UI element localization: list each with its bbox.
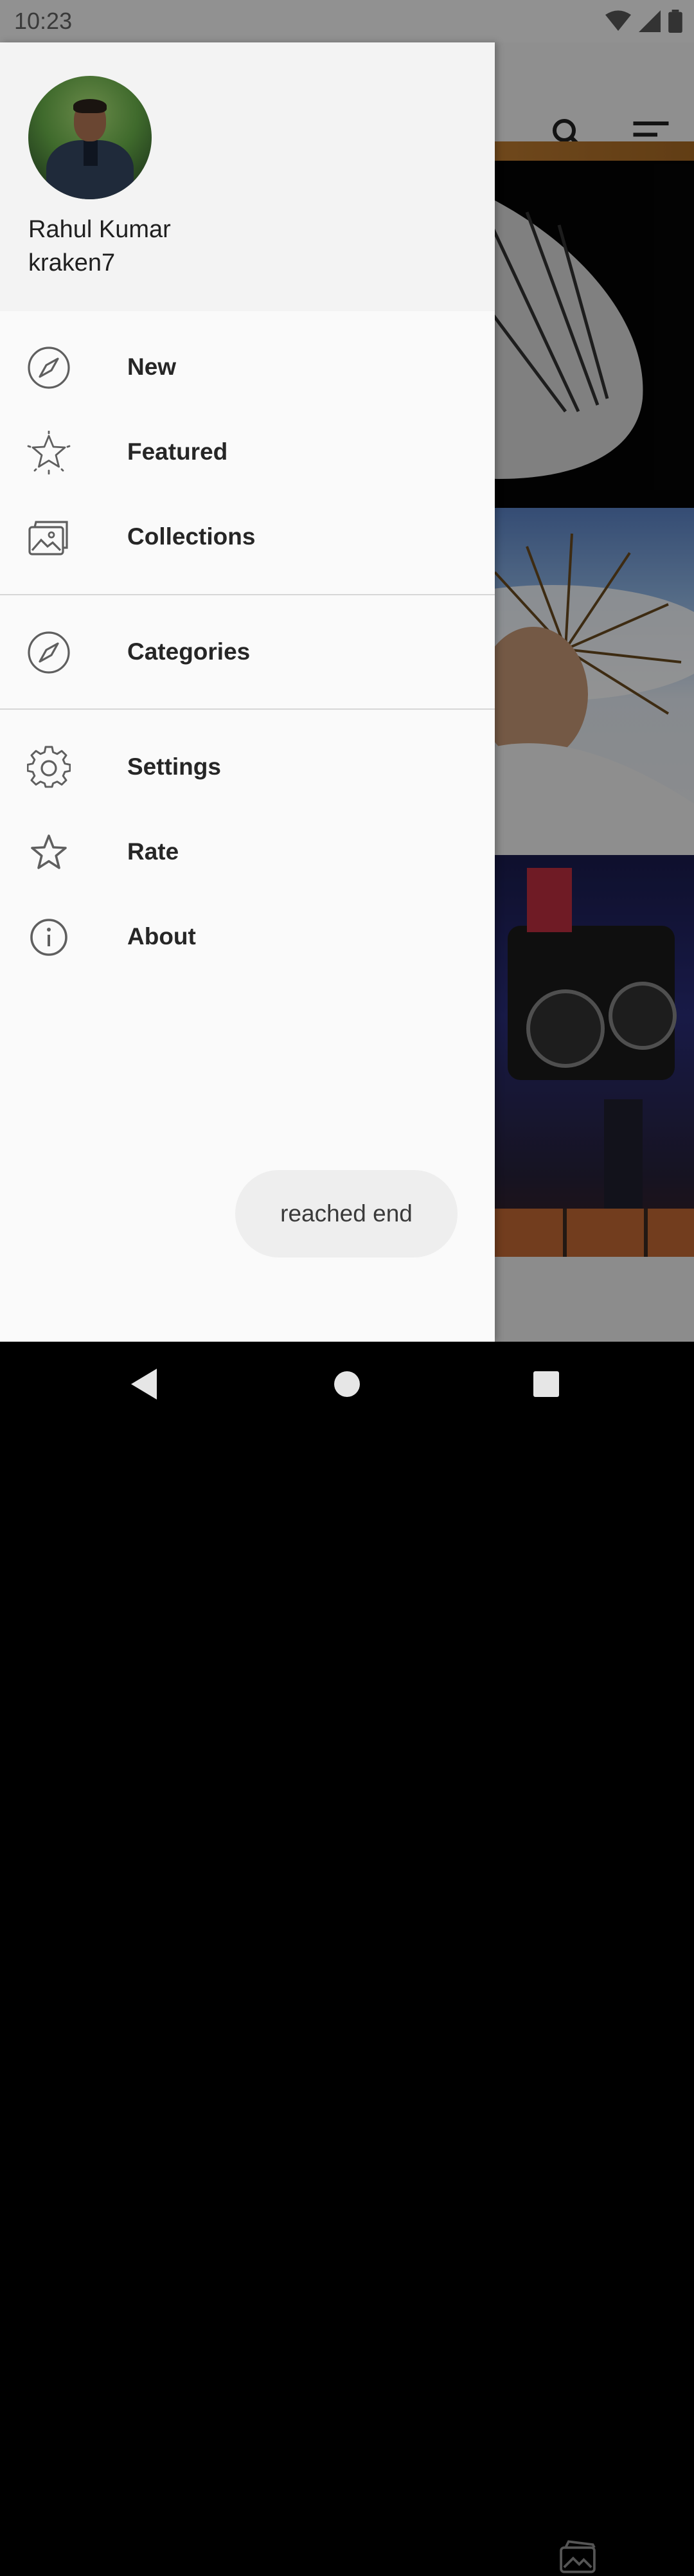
- menu-item-new[interactable]: New: [0, 325, 495, 410]
- battery-icon: [668, 10, 682, 33]
- compass-icon: [28, 631, 70, 674]
- divider: [0, 594, 495, 595]
- menu-label: Categories: [127, 638, 251, 665]
- user-name: Rahul Kumar: [28, 216, 171, 243]
- status-bar: 10:23: [0, 0, 694, 42]
- gear-icon: [27, 746, 71, 788]
- menu-item-rate[interactable]: Rate: [0, 810, 495, 895]
- menu-label: Featured: [127, 438, 228, 465]
- compass-icon: [28, 347, 70, 389]
- menu-label: Collections: [127, 523, 256, 550]
- drawer-header: Rahul Kumar kraken7: [0, 42, 495, 311]
- menu-item-collections[interactable]: Collections: [0, 495, 495, 580]
- menu-label: Settings: [127, 753, 221, 780]
- collections-icon: [28, 521, 68, 555]
- menu-item-featured[interactable]: Featured: [0, 410, 495, 495]
- star-icon: [31, 834, 67, 869]
- recents-icon[interactable]: [527, 1365, 565, 1403]
- navigation-drawer: Rahul Kumar kraken7 New Featured Collect…: [0, 42, 495, 1342]
- wifi-icon: [605, 10, 631, 31]
- home-icon[interactable]: [328, 1365, 366, 1403]
- toast-message: reached end: [235, 1170, 458, 1257]
- status-time: 10:23: [14, 8, 73, 34]
- signal-icon: [639, 10, 661, 32]
- system-navigation-bar: [0, 1342, 694, 1427]
- user-handle: kraken7: [28, 249, 116, 276]
- divider: [0, 708, 495, 710]
- menu-label: New: [127, 354, 177, 380]
- menu-item-settings[interactable]: Settings: [0, 725, 495, 810]
- status-icons: [605, 9, 682, 33]
- back-icon[interactable]: [126, 1365, 165, 1403]
- menu-item-categories[interactable]: Categories: [0, 610, 495, 695]
- info-icon: [30, 919, 67, 956]
- menu-item-about[interactable]: About: [0, 895, 495, 980]
- avatar[interactable]: [28, 76, 152, 199]
- star-badge-icon: [27, 431, 71, 474]
- menu-label: Rate: [127, 838, 179, 865]
- menu-label: About: [127, 923, 196, 950]
- collections-icon[interactable]: [556, 2537, 599, 2576]
